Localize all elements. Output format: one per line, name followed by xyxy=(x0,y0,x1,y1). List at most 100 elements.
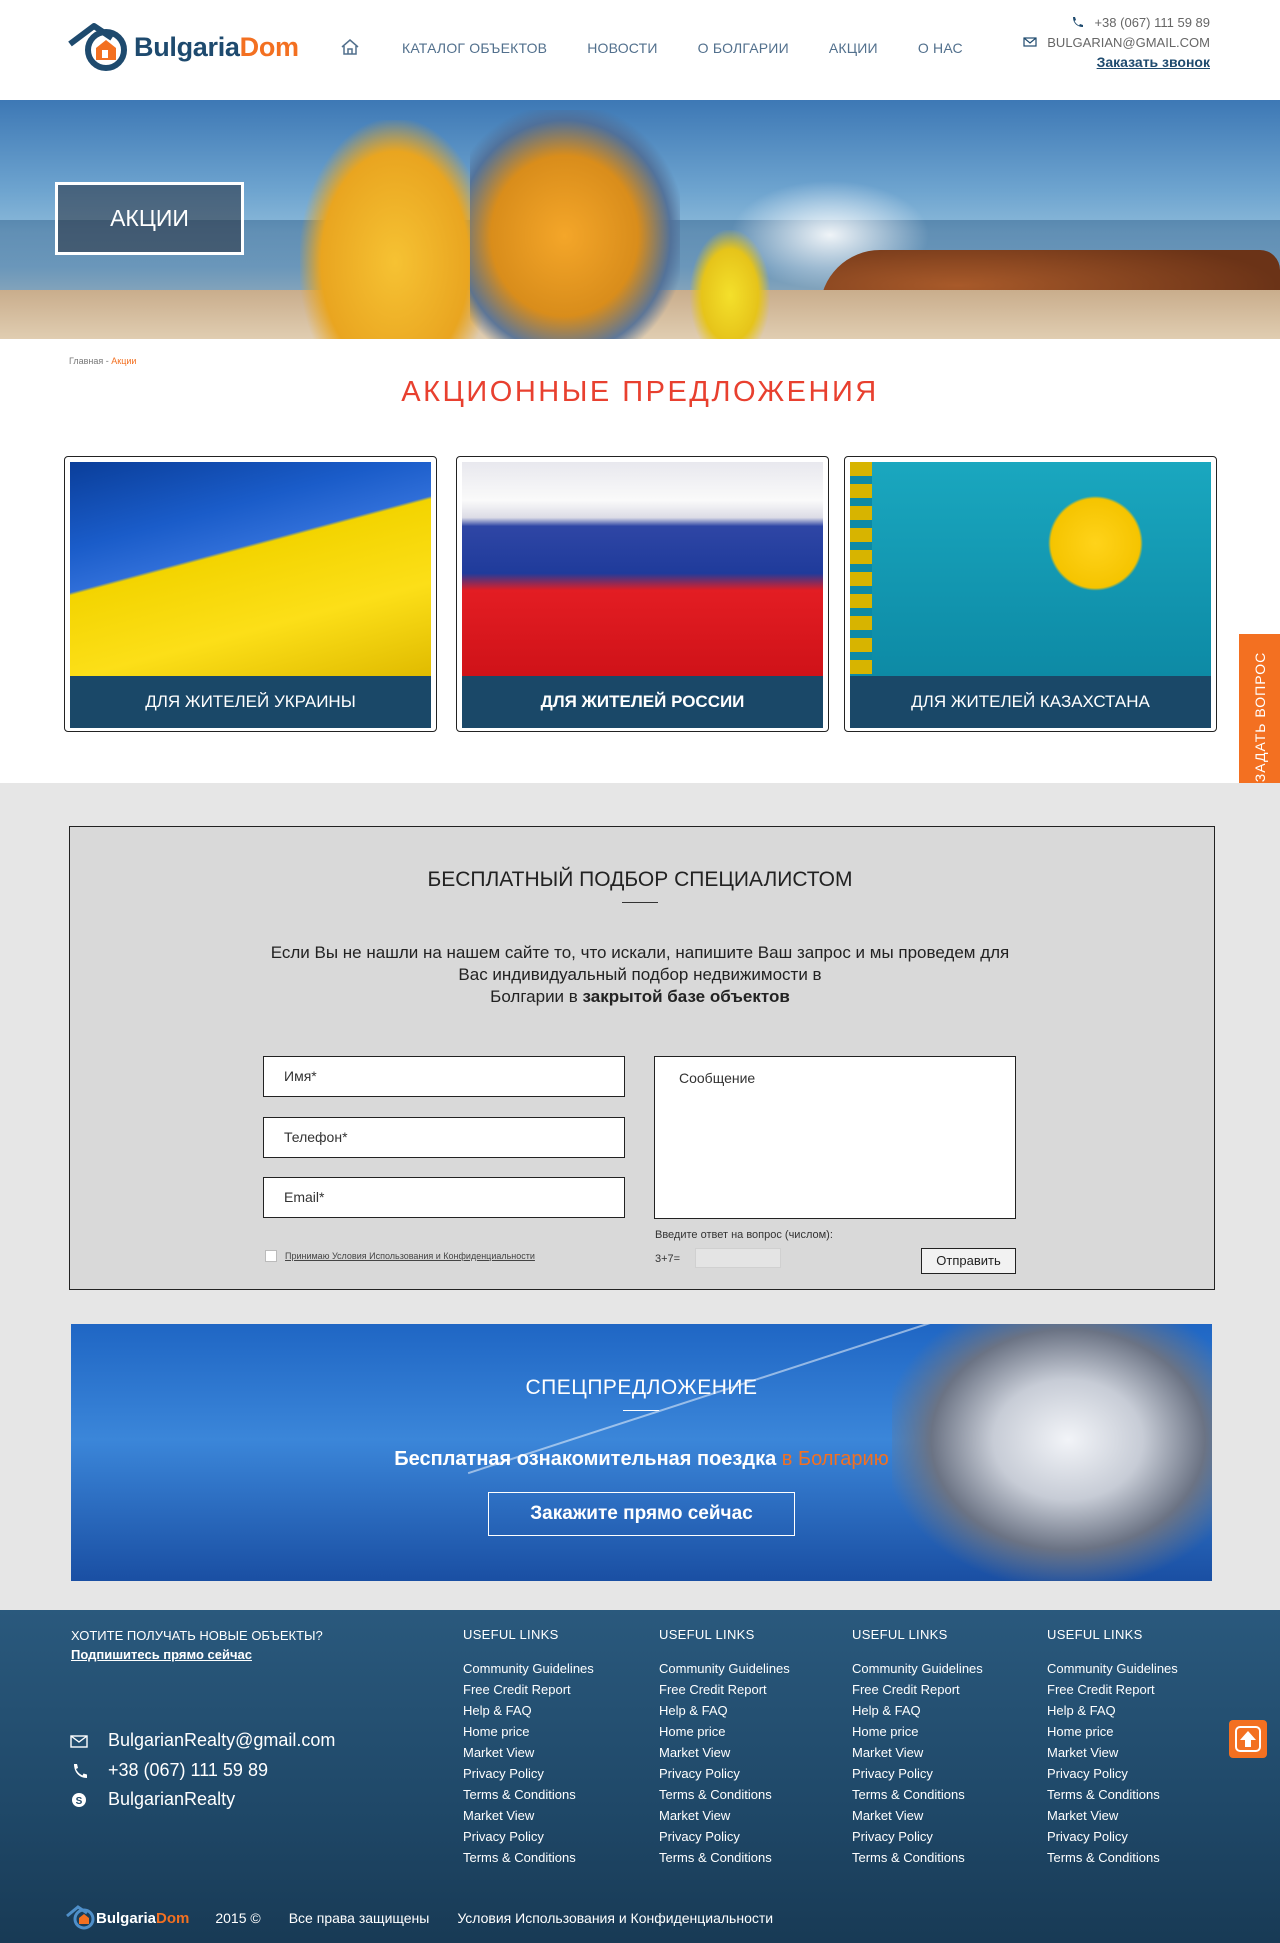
footer-link[interactable]: Terms & Conditions xyxy=(659,1847,790,1868)
page-title: АКЦИОННЫЕ ПРЕДЛОЖЕНИЯ xyxy=(401,376,879,408)
footer-link[interactable]: Market View xyxy=(659,1742,790,1763)
footer-link[interactable]: Market View xyxy=(852,1742,983,1763)
footer-link[interactable]: Community Guidelines xyxy=(463,1658,594,1679)
footer-links-col-3: USEFUL LINKS Community Guidelines Free C… xyxy=(852,1627,983,1868)
footer-phone[interactable]: +38 (067) 111 59 89 xyxy=(108,1760,268,1781)
captcha-question: Введите ответ на вопрос (числом): xyxy=(655,1229,833,1241)
ask-question-label: ЗАДАТЬ ВОПРОС xyxy=(1251,651,1268,782)
footer-link[interactable]: Market View xyxy=(463,1805,594,1826)
lead-text-line-3a: Болгарии в xyxy=(490,987,583,1006)
footer-links-col-2: USEFUL LINKS Community Guidelines Free C… xyxy=(659,1627,790,1868)
footer-link[interactable]: Market View xyxy=(659,1805,790,1826)
footer-logo-part2: Dom xyxy=(156,1909,190,1927)
arrow-up-icon xyxy=(1235,1726,1261,1752)
nav-about-bulgaria[interactable]: О БОЛГАРИИ xyxy=(698,40,789,56)
footer-link[interactable]: Help & FAQ xyxy=(659,1700,790,1721)
footer-link[interactable]: Help & FAQ xyxy=(852,1700,983,1721)
footer-link[interactable]: Terms & Conditions xyxy=(659,1784,790,1805)
footer-link[interactable]: Free Credit Report xyxy=(463,1679,594,1700)
footer-email-row: BulgarianRealty@gmail.com xyxy=(70,1730,335,1751)
agree-checkbox[interactable] xyxy=(265,1250,277,1262)
footer-link[interactable]: Privacy Policy xyxy=(1047,1763,1178,1784)
footer-link[interactable]: Community Guidelines xyxy=(1047,1658,1178,1679)
skype-icon: S xyxy=(72,1792,86,1807)
breadcrumb-home[interactable]: Главная xyxy=(69,356,103,366)
footer-link[interactable]: Community Guidelines xyxy=(852,1658,983,1679)
footer-link[interactable]: Home price xyxy=(852,1721,983,1742)
footer-logo[interactable]: Bulgaria Dom xyxy=(66,1905,189,1931)
footer-link[interactable]: Home price xyxy=(463,1721,594,1742)
nav-catalog[interactable]: КАТАЛОГ ОБЪЕКТОВ xyxy=(402,40,547,56)
footer-link[interactable]: Market View xyxy=(1047,1805,1178,1826)
name-input[interactable]: Имя* xyxy=(263,1056,625,1097)
footer-link[interactable]: Privacy Policy xyxy=(1047,1826,1178,1847)
footer-link[interactable]: Privacy Policy xyxy=(852,1826,983,1847)
captcha-input[interactable] xyxy=(695,1248,781,1268)
footer-link[interactable]: Privacy Policy xyxy=(852,1763,983,1784)
footer-link[interactable]: Terms & Conditions xyxy=(463,1784,594,1805)
footer-link[interactable]: Help & FAQ xyxy=(1047,1700,1178,1721)
message-textarea[interactable]: Сообщение xyxy=(654,1056,1016,1219)
card-label-kazakhstan: ДЛЯ ЖИТЕЛЕЙ КАЗАХСТАНА xyxy=(850,676,1211,728)
footer-terms-link[interactable]: Условия Использования и Конфиденциальнос… xyxy=(457,1910,773,1926)
ask-question-tab[interactable]: ЗАДАТЬ ВОПРОС xyxy=(1239,634,1280,799)
copyright-rights: Все права защищены xyxy=(288,1910,430,1926)
subscribe-link[interactable]: Подпишитесь прямо сейчас xyxy=(71,1647,252,1662)
footer-link[interactable]: Privacy Policy xyxy=(659,1826,790,1847)
card-kazakhstan[interactable]: ДЛЯ ЖИТЕЛЕЙ КАЗАХСТАНА xyxy=(844,456,1217,732)
footer-link[interactable]: Terms & Conditions xyxy=(463,1847,594,1868)
lead-form-box xyxy=(69,826,1215,1290)
footer-link[interactable]: Home price xyxy=(659,1721,790,1742)
header-phone[interactable]: +38 (067) 111 59 89 xyxy=(1094,15,1210,30)
nav-about-us[interactable]: О НАС xyxy=(918,40,963,56)
footer-link[interactable]: Market View xyxy=(463,1742,594,1763)
site-logo[interactable]: BulgariaDom xyxy=(68,22,299,72)
lead-form-title: БЕСПЛАТНЫЙ ПОДБОР СПЕЦИАЛИСТОМ xyxy=(427,868,853,891)
email-input[interactable]: Email* xyxy=(263,1177,625,1218)
card-label-ukraine: ДЛЯ ЖИТЕЛЕЙ УКРАИНЫ xyxy=(70,676,431,728)
footer-link[interactable]: Free Credit Report xyxy=(1047,1679,1178,1700)
footer-link[interactable]: Terms & Conditions xyxy=(1047,1847,1178,1868)
phone-input[interactable]: Телефон* xyxy=(263,1117,625,1158)
footer-phone-row: +38 (067) 111 59 89 xyxy=(70,1760,268,1781)
footer-link[interactable]: Terms & Conditions xyxy=(852,1784,983,1805)
footer-link[interactable]: Community Guidelines xyxy=(659,1658,790,1679)
callback-link[interactable]: Заказать звонок xyxy=(1097,54,1210,70)
footer-link[interactable]: Free Credit Report xyxy=(659,1679,790,1700)
phone-icon xyxy=(74,1763,87,1778)
footer-link[interactable]: Help & FAQ xyxy=(463,1700,594,1721)
agree-link[interactable]: Принимаю Условия Использования и Конфиде… xyxy=(285,1251,535,1261)
footer-link[interactable]: Privacy Policy xyxy=(463,1826,594,1847)
subscribe-question: ХОТИТЕ ПОЛУЧАТЬ НОВЫЕ ОБЪЕКТЫ? xyxy=(71,1628,323,1643)
order-now-button[interactable]: Закажите прямо сейчас xyxy=(488,1492,795,1536)
nav-promotions[interactable]: АКЦИИ xyxy=(829,40,878,56)
svg-text:S: S xyxy=(76,1796,83,1807)
card-russia[interactable]: ДЛЯ ЖИТЕЛЕЙ РОССИИ xyxy=(456,456,829,732)
footer-link[interactable]: Free Credit Report xyxy=(852,1679,983,1700)
promo-subtitle-a: Бесплатная ознакомительная поездка xyxy=(394,1448,782,1470)
scroll-to-top-button[interactable] xyxy=(1229,1720,1267,1758)
footer-skype-row: S BulgarianRealty xyxy=(70,1789,235,1810)
footer-link[interactable]: Terms & Conditions xyxy=(852,1847,983,1868)
kazakhstan-flag-image xyxy=(850,462,1211,676)
promo-subtitle: Бесплатная ознакомительная поездка в Бол… xyxy=(71,1448,1212,1471)
envelope-icon xyxy=(1023,37,1037,47)
footer-link[interactable]: Home price xyxy=(1047,1721,1178,1742)
home-icon[interactable] xyxy=(340,38,364,58)
footer-link[interactable]: Privacy Policy xyxy=(659,1763,790,1784)
footer-link[interactable]: Terms & Conditions xyxy=(1047,1784,1178,1805)
footer-skype[interactable]: BulgarianRealty xyxy=(108,1789,235,1810)
send-button[interactable]: Отправить xyxy=(921,1248,1016,1274)
footer-link[interactable]: Privacy Policy xyxy=(463,1763,594,1784)
header-email[interactable]: BULGARIAN@GMAIL.COM xyxy=(1047,35,1210,50)
nav-news[interactable]: НОВОСТИ xyxy=(587,40,657,56)
footer-email[interactable]: BulgarianRealty@gmail.com xyxy=(108,1730,335,1751)
footer-bottom-bar: Bulgaria Dom 2015 © Все права защищены Ус… xyxy=(66,1905,773,1931)
footer-link[interactable]: Market View xyxy=(1047,1742,1178,1763)
lead-text-line-3: Болгарии в закрытой базе объектов xyxy=(250,986,1030,1008)
breadcrumb: Главная - Акции xyxy=(69,356,136,366)
card-ukraine[interactable]: ДЛЯ ЖИТЕЛЕЙ УКРАИНЫ xyxy=(64,456,437,732)
footer-link[interactable]: Market View xyxy=(852,1805,983,1826)
envelope-icon xyxy=(70,1734,88,1748)
links-heading: USEFUL LINKS xyxy=(1047,1627,1143,1642)
